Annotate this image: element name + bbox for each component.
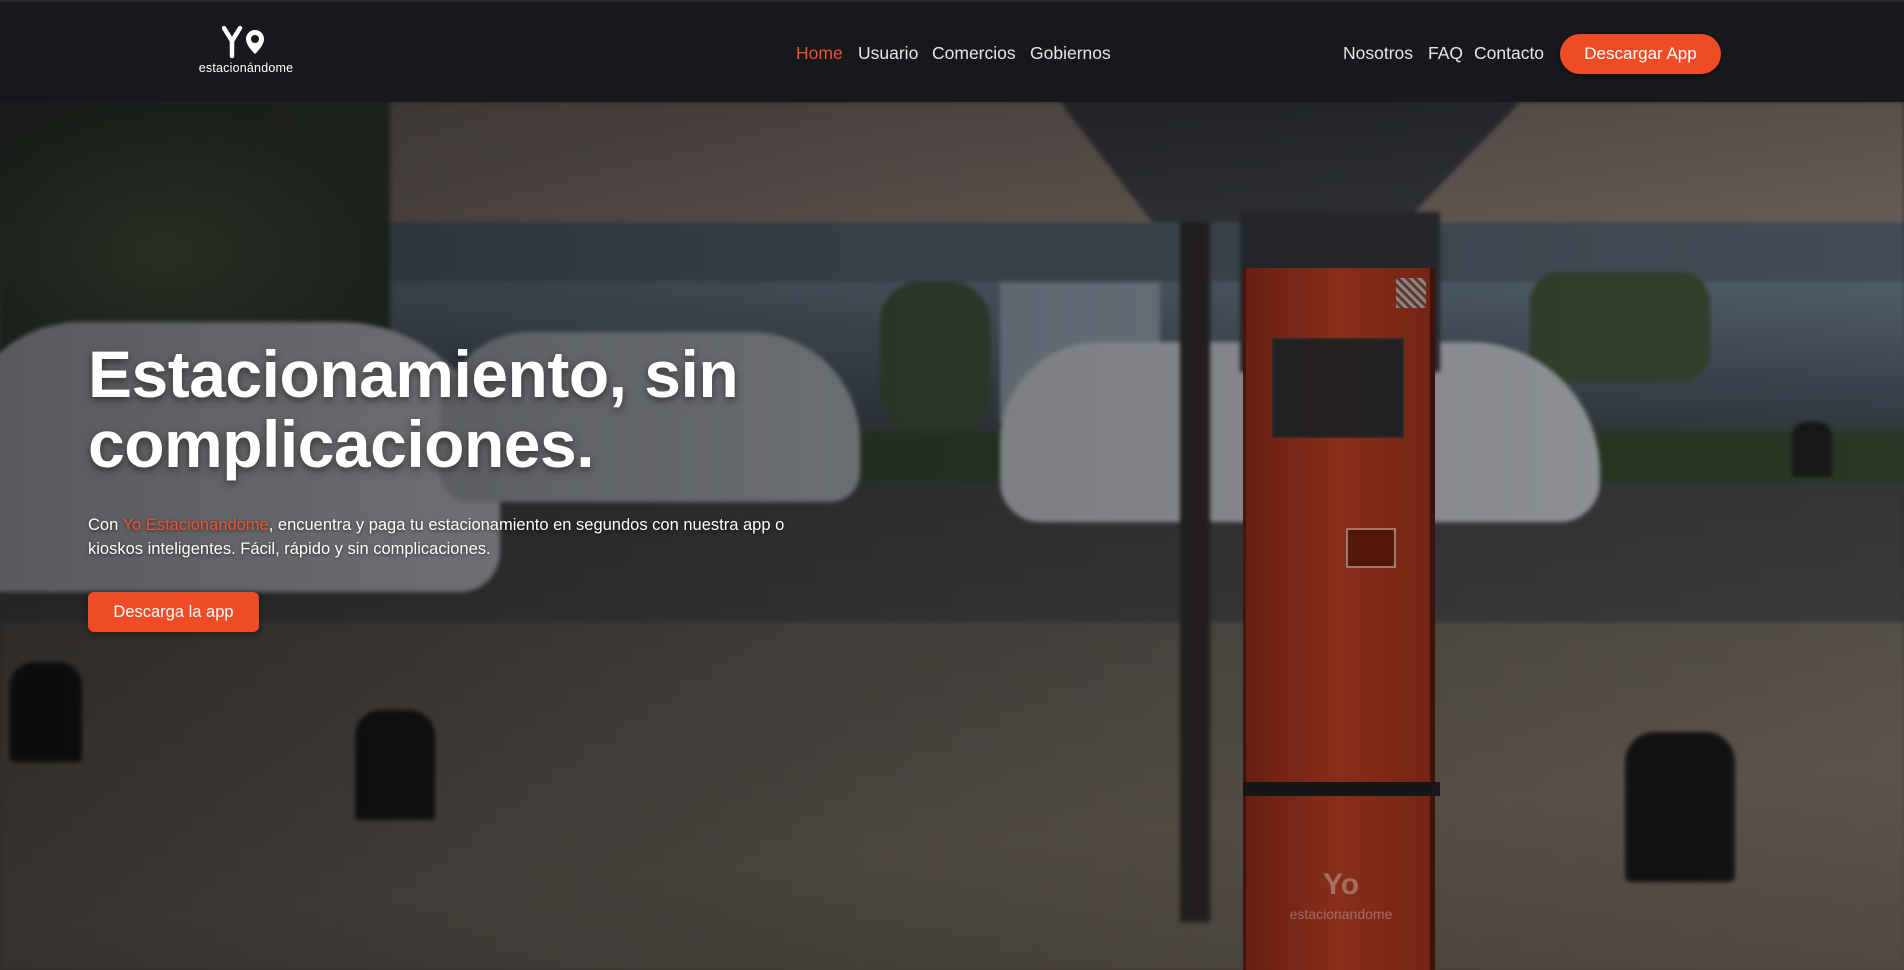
hero-desc-prefix: Con: [88, 516, 123, 534]
nav-link-contacto[interactable]: Contacto: [1474, 43, 1544, 64]
nav-link-nosotros[interactable]: Nosotros: [1343, 43, 1413, 64]
hero-download-button[interactable]: Descarga la app: [88, 592, 259, 632]
nav-link-gobiernos[interactable]: Gobiernos: [1030, 43, 1111, 64]
hero-title: Estacionamiento, sin complicaciones.: [88, 337, 739, 481]
nav-link-usuario[interactable]: Usuario: [858, 43, 918, 64]
download-app-button[interactable]: Descargar App: [1560, 34, 1721, 74]
nav-link-comercios[interactable]: Comercios: [932, 43, 1016, 64]
site-logo[interactable]: estacionándome: [194, 26, 298, 78]
nav-link-faq[interactable]: FAQ: [1428, 43, 1463, 64]
hero-section: Yo estacionandome Estacionamiento, sin c…: [0, 102, 1904, 970]
nav-link-home[interactable]: Home: [796, 43, 843, 64]
logo-pin-icon: [222, 26, 264, 59]
logo-wordmark: estacionándome: [198, 61, 294, 75]
hero-description: Con Yo Estacionándome, encuentra y paga …: [88, 513, 788, 561]
site-header: estacionándome Home Usuario Comercios Go…: [0, 0, 1904, 102]
hero-brand-name: Yo Estacionándome: [122, 516, 269, 534]
